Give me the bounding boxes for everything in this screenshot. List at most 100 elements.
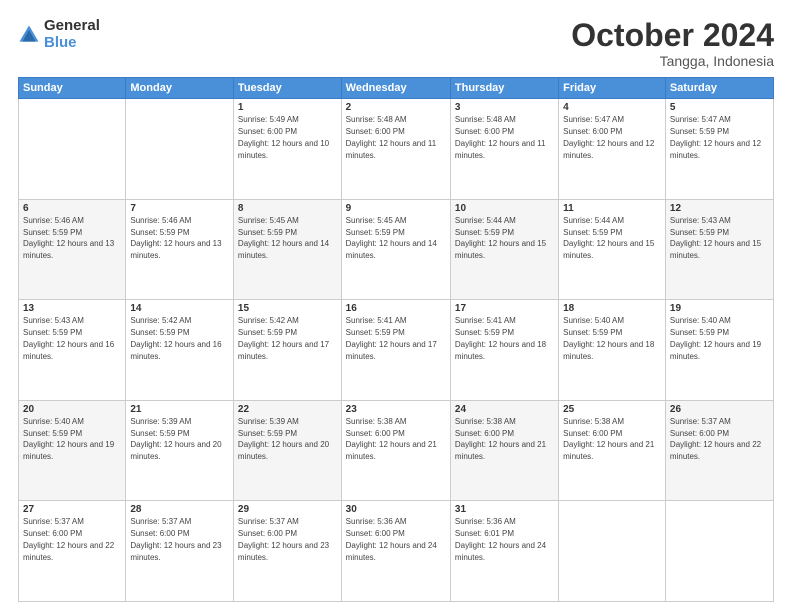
- calendar-week-2: 6 Sunrise: 5:46 AMSunset: 5:59 PMDaylight…: [19, 199, 774, 300]
- header: General Blue October 2024 Tangga, Indone…: [18, 18, 774, 69]
- day-number: 28: [130, 504, 229, 515]
- day-detail: Sunrise: 5:37 AMSunset: 6:00 PMDaylight:…: [670, 417, 761, 461]
- day-number: 16: [346, 303, 446, 314]
- day-number: 22: [238, 404, 337, 415]
- day-number: 20: [23, 404, 121, 415]
- day-header-monday: Monday: [126, 78, 234, 99]
- day-detail: Sunrise: 5:43 AMSunset: 5:59 PMDaylight:…: [23, 316, 114, 360]
- calendar-cell: 11 Sunrise: 5:44 AMSunset: 5:59 PMDayligh…: [559, 199, 666, 300]
- day-number: 23: [346, 404, 446, 415]
- calendar-cell: [126, 99, 234, 200]
- calendar-cell: 17 Sunrise: 5:41 AMSunset: 5:59 PMDayligh…: [450, 300, 558, 401]
- day-number: 27: [23, 504, 121, 515]
- calendar-cell: 4 Sunrise: 5:47 AMSunset: 6:00 PMDaylight…: [559, 99, 666, 200]
- day-detail: Sunrise: 5:48 AMSunset: 6:00 PMDaylight:…: [346, 115, 437, 159]
- day-detail: Sunrise: 5:39 AMSunset: 5:59 PMDaylight:…: [130, 417, 221, 461]
- day-number: 1: [238, 102, 337, 113]
- day-detail: Sunrise: 5:45 AMSunset: 5:59 PMDaylight:…: [346, 216, 437, 260]
- calendar-cell: 2Sunrise: 5:48 AMSunset: 6:00 PMDaylight…: [341, 99, 450, 200]
- calendar-cell: 29Sunrise: 5:37 AMSunset: 6:00 PMDayligh…: [233, 501, 341, 602]
- day-detail: Sunrise: 5:40 AMSunset: 5:59 PMDaylight:…: [563, 316, 654, 360]
- day-detail: Sunrise: 5:38 AMSunset: 6:00 PMDaylight:…: [346, 417, 437, 461]
- calendar-cell: 3 Sunrise: 5:48 AMSunset: 6:00 PMDaylight…: [450, 99, 558, 200]
- calendar-cell: 14Sunrise: 5:42 AMSunset: 5:59 PMDayligh…: [126, 300, 234, 401]
- day-detail: Sunrise: 5:45 AMSunset: 5:59 PMDaylight:…: [238, 216, 329, 260]
- day-number: 8: [238, 203, 337, 214]
- day-detail: Sunrise: 5:49 AMSunset: 6:00 PMDaylight:…: [238, 115, 329, 159]
- location: Tangga, Indonesia: [571, 53, 774, 69]
- calendar-cell: [559, 501, 666, 602]
- day-number: 6: [23, 203, 121, 214]
- calendar-week-4: 20Sunrise: 5:40 AMSunset: 5:59 PMDayligh…: [19, 400, 774, 501]
- day-number: 7: [130, 203, 229, 214]
- month-title: October 2024: [571, 18, 774, 53]
- calendar-cell: 25 Sunrise: 5:38 AMSunset: 6:00 PMDayligh…: [559, 400, 666, 501]
- calendar-cell: 27Sunrise: 5:37 AMSunset: 6:00 PMDayligh…: [19, 501, 126, 602]
- calendar-cell: 23 Sunrise: 5:38 AMSunset: 6:00 PMDayligh…: [341, 400, 450, 501]
- page: General Blue October 2024 Tangga, Indone…: [0, 0, 792, 612]
- logo-general: General: [44, 18, 100, 35]
- day-number: 19: [670, 303, 769, 314]
- calendar-cell: 12Sunrise: 5:43 AMSunset: 5:59 PMDayligh…: [665, 199, 773, 300]
- calendar-cell: 21 Sunrise: 5:39 AMSunset: 5:59 PMDayligh…: [126, 400, 234, 501]
- calendar-cell: 28 Sunrise: 5:37 AMSunset: 6:00 PMDayligh…: [126, 501, 234, 602]
- day-number: 13: [23, 303, 121, 314]
- day-number: 24: [455, 404, 554, 415]
- day-detail: Sunrise: 5:37 AMSunset: 6:00 PMDaylight:…: [130, 517, 221, 561]
- day-detail: Sunrise: 5:38 AMSunset: 6:00 PMDaylight:…: [455, 417, 546, 461]
- calendar-week-5: 27 Sunrise: 5:37 AMSunset: 6:00 PMDayligh…: [19, 501, 774, 602]
- day-detail: Sunrise: 5:47 AMSunset: 5:59 PMDaylight:…: [670, 115, 761, 159]
- day-number: 11: [563, 203, 661, 214]
- logo-blue: Blue: [44, 35, 100, 52]
- day-detail: Sunrise: 5:46 AMSunset: 5:59 PMDaylight:…: [130, 216, 221, 260]
- calendar-header-row: SundayMondayTuesdayWednesdayThursdayFrid…: [19, 78, 774, 99]
- day-header-sunday: Sunday: [19, 78, 126, 99]
- day-detail: Sunrise: 5:37 AMSunset: 6:00 PMDaylight:…: [238, 517, 329, 561]
- day-number: 21: [130, 404, 229, 415]
- calendar-cell: 24 Sunrise: 5:38 AMSunset: 6:00 PMDayligh…: [450, 400, 558, 501]
- day-number: 5: [670, 102, 769, 113]
- calendar-cell: 7 Sunrise: 5:46 AMSunset: 5:59 PMDaylight…: [126, 199, 234, 300]
- day-detail: Sunrise: 5:44 AMSunset: 5:59 PMDaylight:…: [563, 216, 654, 260]
- calendar-cell: 30Sunrise: 5:36 AMSunset: 6:00 PMDayligh…: [341, 501, 450, 602]
- calendar-table: SundayMondayTuesdayWednesdayThursdayFrid…: [18, 77, 774, 602]
- day-number: 17: [455, 303, 554, 314]
- day-number: 26: [670, 404, 769, 415]
- calendar-cell: 8 Sunrise: 5:45 AMSunset: 5:59 PMDaylight…: [233, 199, 341, 300]
- day-header-friday: Friday: [559, 78, 666, 99]
- day-number: 4: [563, 102, 661, 113]
- calendar-cell: 15 Sunrise: 5:42 AMSunset: 5:59 PMDayligh…: [233, 300, 341, 401]
- day-detail: Sunrise: 5:48 AMSunset: 6:00 PMDaylight:…: [455, 115, 546, 159]
- day-number: 14: [130, 303, 229, 314]
- title-block: October 2024 Tangga, Indonesia: [571, 18, 774, 69]
- day-detail: Sunrise: 5:36 AMSunset: 6:01 PMDaylight:…: [455, 517, 546, 561]
- day-header-wednesday: Wednesday: [341, 78, 450, 99]
- calendar-cell: 10Sunrise: 5:44 AMSunset: 5:59 PMDayligh…: [450, 199, 558, 300]
- calendar-cell: 16Sunrise: 5:41 AMSunset: 5:59 PMDayligh…: [341, 300, 450, 401]
- calendar-cell: 18Sunrise: 5:40 AMSunset: 5:59 PMDayligh…: [559, 300, 666, 401]
- day-detail: Sunrise: 5:44 AMSunset: 5:59 PMDaylight:…: [455, 216, 546, 260]
- calendar-cell: 20Sunrise: 5:40 AMSunset: 5:59 PMDayligh…: [19, 400, 126, 501]
- logo: General Blue: [18, 18, 100, 51]
- calendar-cell: 22Sunrise: 5:39 AMSunset: 5:59 PMDayligh…: [233, 400, 341, 501]
- logo-text: General Blue: [44, 18, 100, 51]
- day-number: 12: [670, 203, 769, 214]
- day-detail: Sunrise: 5:41 AMSunset: 5:59 PMDaylight:…: [455, 316, 546, 360]
- day-detail: Sunrise: 5:42 AMSunset: 5:59 PMDaylight:…: [238, 316, 329, 360]
- calendar-cell: 26 Sunrise: 5:37 AMSunset: 6:00 PMDayligh…: [665, 400, 773, 501]
- calendar-cell: 31 Sunrise: 5:36 AMSunset: 6:01 PMDayligh…: [450, 501, 558, 602]
- day-number: 31: [455, 504, 554, 515]
- day-number: 9: [346, 203, 446, 214]
- day-detail: Sunrise: 5:47 AMSunset: 6:00 PMDaylight:…: [563, 115, 654, 159]
- calendar-cell: [19, 99, 126, 200]
- day-header-saturday: Saturday: [665, 78, 773, 99]
- day-number: 15: [238, 303, 337, 314]
- day-detail: Sunrise: 5:36 AMSunset: 6:00 PMDaylight:…: [346, 517, 437, 561]
- day-detail: Sunrise: 5:38 AMSunset: 6:00 PMDaylight:…: [563, 417, 654, 461]
- calendar-cell: 1 Sunrise: 5:49 AMSunset: 6:00 PMDaylight…: [233, 99, 341, 200]
- day-header-thursday: Thursday: [450, 78, 558, 99]
- calendar-cell: 5 Sunrise: 5:47 AMSunset: 5:59 PMDaylight…: [665, 99, 773, 200]
- calendar-week-1: 1 Sunrise: 5:49 AMSunset: 6:00 PMDaylight…: [19, 99, 774, 200]
- day-number: 3: [455, 102, 554, 113]
- day-number: 25: [563, 404, 661, 415]
